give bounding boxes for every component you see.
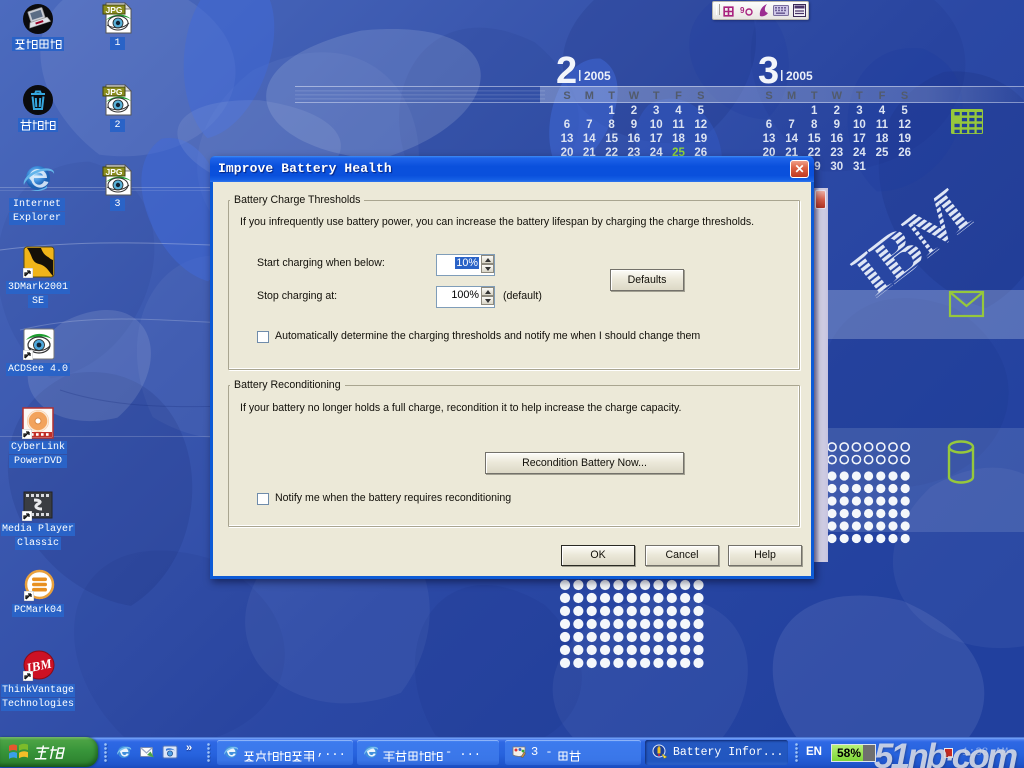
svg-text:JPG: JPG	[105, 167, 122, 177]
svg-text:16: 16	[830, 133, 843, 145]
svg-text:16: 16	[628, 133, 641, 145]
svg-text:1: 1	[811, 105, 818, 117]
svg-text:S: S	[697, 90, 704, 102]
svg-text:3: 3	[653, 105, 659, 117]
svg-text:W: W	[629, 90, 640, 102]
svg-text:2: 2	[834, 105, 840, 117]
svg-text:W: W	[832, 90, 843, 102]
svg-text:F: F	[879, 90, 886, 102]
svg-text:1: 1	[608, 105, 615, 117]
svg-text:5: 5	[698, 105, 705, 117]
svg-text:30: 30	[830, 161, 843, 173]
svg-text:9: 9	[631, 119, 637, 131]
svg-text:19: 19	[898, 133, 911, 145]
svg-text:F: F	[675, 90, 682, 102]
svg-text:12: 12	[898, 119, 911, 131]
svg-text:2: 2	[556, 50, 577, 92]
svg-text:3: 3	[856, 105, 862, 117]
svg-text:S: S	[901, 90, 908, 102]
svg-text:17: 17	[650, 133, 663, 145]
svg-text:7: 7	[788, 119, 794, 131]
svg-text:8: 8	[811, 119, 818, 131]
svg-text:6: 6	[766, 119, 772, 131]
svg-text:6: 6	[564, 119, 570, 131]
svg-text:5: 5	[901, 105, 908, 117]
svg-text:S: S	[563, 90, 570, 102]
svg-text:T: T	[856, 90, 863, 102]
svg-text:4: 4	[675, 105, 682, 117]
svg-text:10: 10	[853, 119, 866, 131]
svg-text:S: S	[765, 90, 772, 102]
svg-text:11: 11	[876, 119, 889, 131]
svg-text:14: 14	[785, 133, 798, 145]
svg-text:11: 11	[672, 119, 685, 131]
svg-text:T: T	[811, 90, 818, 102]
svg-text:2005: 2005	[786, 69, 813, 83]
svg-text:12: 12	[694, 119, 707, 131]
svg-text:18: 18	[672, 133, 685, 145]
svg-text:14: 14	[583, 133, 596, 145]
svg-text:10: 10	[650, 119, 663, 131]
svg-text:15: 15	[808, 133, 821, 145]
svg-text:26: 26	[898, 147, 911, 159]
svg-text:19: 19	[694, 133, 707, 145]
svg-text:4: 4	[879, 105, 886, 117]
svg-text:8: 8	[608, 119, 615, 131]
svg-text:13: 13	[561, 133, 574, 145]
svg-text:18: 18	[876, 133, 889, 145]
svg-text:13: 13	[763, 133, 776, 145]
svg-text:3: 3	[758, 50, 779, 92]
svg-text:2005: 2005	[584, 69, 611, 83]
svg-text:15: 15	[605, 133, 618, 145]
svg-text:2: 2	[631, 105, 637, 117]
svg-text:T: T	[608, 90, 615, 102]
svg-text:17: 17	[853, 133, 866, 145]
svg-text:25: 25	[876, 147, 889, 159]
svg-text:24: 24	[853, 147, 866, 159]
svg-text:23: 23	[830, 147, 843, 159]
svg-text:M: M	[585, 90, 594, 102]
svg-text:JPG: JPG	[105, 5, 122, 15]
svg-text:9: 9	[834, 119, 840, 131]
svg-text:JPG: JPG	[105, 87, 122, 97]
svg-text:7: 7	[586, 119, 592, 131]
svg-text:9: 9	[740, 6, 745, 15]
svg-text:31: 31	[853, 161, 866, 173]
svg-text:M: M	[787, 90, 796, 102]
svg-text:T: T	[653, 90, 660, 102]
